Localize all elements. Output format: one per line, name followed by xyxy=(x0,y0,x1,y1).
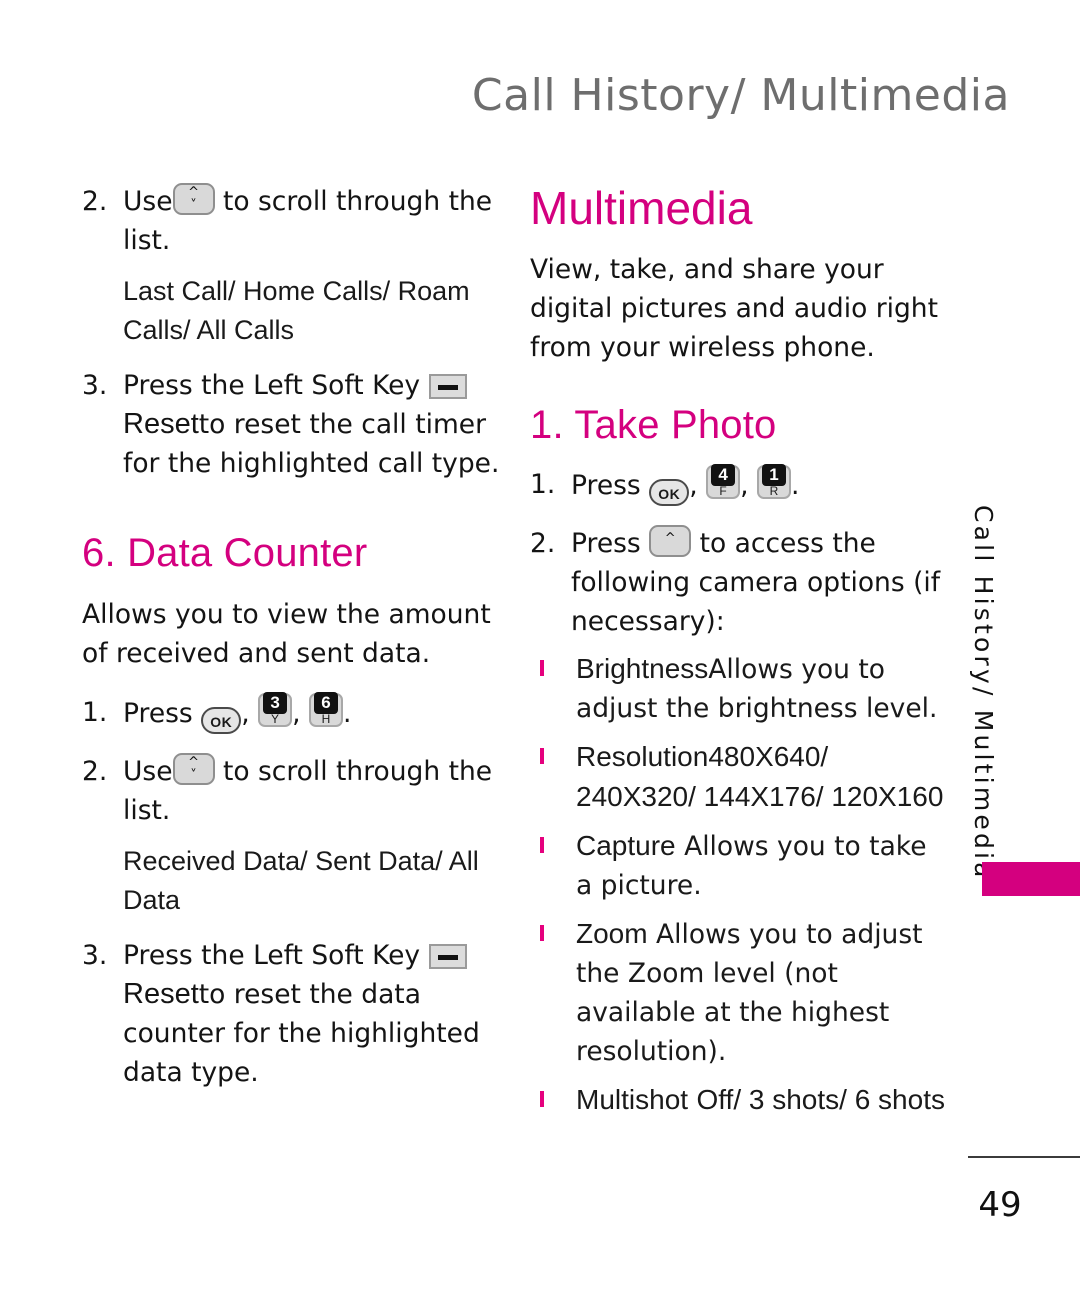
bullet-tick-icon xyxy=(540,1091,544,1107)
option-values: Off/ 3 shots/ 6 shots xyxy=(696,1084,945,1115)
bullet-tick-icon xyxy=(540,660,544,676)
call-type-options: Last Call/ Home Calls/ Roam Calls/ All C… xyxy=(123,276,470,345)
step-number: 1. xyxy=(530,469,556,500)
ok-key-icon: OK xyxy=(201,707,242,734)
bullet-tick-icon xyxy=(540,837,544,853)
page-number: 49 xyxy=(978,1185,1022,1225)
option-term: Multishot xyxy=(576,1084,689,1115)
data-type-options: Received Data/ Sent Data/ All Data xyxy=(123,846,479,915)
right-column: Multimedia View, take, and share your di… xyxy=(530,182,950,1129)
step-access-camera-options: 2. Press ^ to access the following camera… xyxy=(530,524,950,641)
side-tab-accent-swatch xyxy=(982,862,1080,896)
step-label: Press xyxy=(571,470,641,501)
bullet-tick-icon xyxy=(540,748,544,764)
comma-1: , xyxy=(689,470,698,501)
page-title: Call History/ Multimedia xyxy=(471,70,1010,121)
step-press-keys-take-photo: 1. Press OK, 4F, 1R. xyxy=(530,464,950,506)
left-soft-key-icon xyxy=(428,944,467,969)
option-term: Brightness xyxy=(576,653,709,684)
key-letter: F xyxy=(719,484,727,498)
option-term: Zoom xyxy=(576,918,648,949)
left-column: 2. Use ^ ˅ to scroll through the list. Last… xyxy=(82,182,502,1094)
heading-multimedia: Multimedia xyxy=(530,182,753,234)
trailing-period: . xyxy=(342,698,352,729)
side-tab: Call History/ Multimedia xyxy=(969,505,1080,905)
key-digit: 3 xyxy=(263,692,288,714)
step-text-pre: Press the Left Soft Key xyxy=(123,940,421,971)
left-soft-key-icon xyxy=(428,374,467,399)
option-term: Capture xyxy=(576,830,676,861)
key-digit: 1 xyxy=(761,464,786,486)
option-term: Resolution xyxy=(576,741,709,772)
step-label: Press xyxy=(123,698,193,729)
numeric-key-1r-icon: 1R xyxy=(756,464,791,499)
key-letter: Y xyxy=(271,712,280,726)
camera-options-list: BrightnessAllows you to adjust the brigh… xyxy=(530,649,950,1120)
list-item: Resolution480X640/ 240X320/ 144X176/ 120… xyxy=(530,737,950,817)
nav-up-down-key-icon: ^ ˅ xyxy=(172,753,215,785)
key-letter: H xyxy=(321,712,331,726)
step-scroll-call-list: 2. Use ^ ˅ to scroll through the list. xyxy=(82,182,502,260)
numeric-key-4f-icon: 4F xyxy=(706,464,741,499)
side-tab-label: Call History/ Multimedia xyxy=(969,505,998,881)
list-item: Zoom Allows you to adjust the Zoom level… xyxy=(530,914,950,1071)
numeric-key-6h-icon: 6H xyxy=(308,692,343,727)
list-item: Capture Allows you to take a picture. xyxy=(530,826,950,905)
step-scroll-data-list: 2. Use ^ ˅ to scroll through the list. xyxy=(82,752,502,830)
step-text-pre: Press xyxy=(571,528,641,559)
data-counter-description: Allows you to view the amount of receive… xyxy=(82,599,491,669)
bullet-tick-icon xyxy=(540,925,544,941)
step-text-pre: Press the Left Soft Key xyxy=(123,370,421,401)
step-text-pre: Use xyxy=(123,186,173,217)
step-number: 3. xyxy=(82,940,108,971)
reset-label: Reset xyxy=(123,408,199,440)
ok-key-icon: OK xyxy=(649,479,690,506)
key-digit: 4 xyxy=(711,464,736,486)
step-number: 2. xyxy=(82,186,108,217)
step-text-pre: Use xyxy=(123,756,173,787)
list-item: BrightnessAllows you to adjust the brigh… xyxy=(530,649,950,728)
key-letter: R xyxy=(769,484,779,498)
heading-take-photo: 1. Take Photo xyxy=(530,403,777,447)
step-number: 1. xyxy=(82,697,108,728)
step-reset-call-timer: 3. Press the Left Soft Key Resetto reset … xyxy=(82,366,502,483)
numeric-key-3y-icon: 3Y xyxy=(258,692,293,727)
reset-label: Reset xyxy=(123,978,199,1010)
step-number: 2. xyxy=(82,756,108,787)
comma-2: , xyxy=(292,698,301,729)
multimedia-description: View, take, and share your digital pictu… xyxy=(530,254,938,363)
comma-2: , xyxy=(740,470,749,501)
step-reset-data-counter: 3. Press the Left Soft Key Resetto reset … xyxy=(82,936,502,1092)
key-digit: 6 xyxy=(313,692,338,714)
heading-data-counter: 6. Data Counter xyxy=(82,531,368,575)
trailing-period: . xyxy=(790,470,800,501)
step-number: 2. xyxy=(530,528,556,559)
step-press-keys-data-counter: 1. Press OK, 3Y, 6H. xyxy=(82,692,502,734)
nav-up-down-key-icon: ^ ˅ xyxy=(172,183,215,215)
comma-1: , xyxy=(241,698,250,729)
footer-divider xyxy=(968,1156,1080,1158)
step-number: 3. xyxy=(82,370,108,401)
nav-up-key-icon: ^ xyxy=(649,525,692,557)
list-item: Multishot Off/ 3 shots/ 6 shots xyxy=(530,1080,950,1120)
